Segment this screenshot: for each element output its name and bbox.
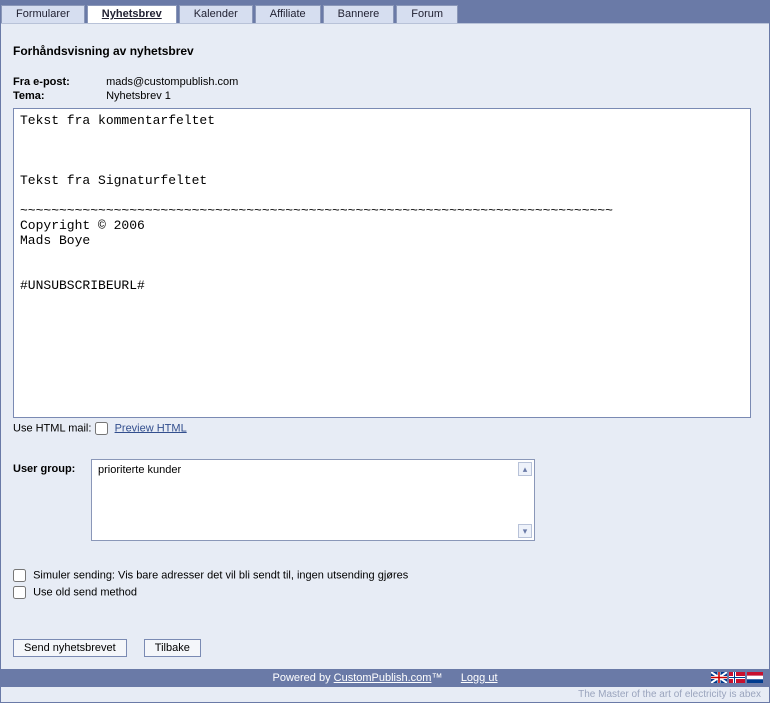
user-group-label: User group: [13, 459, 91, 475]
html-mail-row: Use HTML mail: Preview HTML [13, 422, 757, 435]
tab-nyhetsbrev[interactable]: Nyhetsbrev [87, 5, 177, 24]
oldmethod-label: Use old send method [33, 586, 137, 598]
flag-nl-icon[interactable] [747, 672, 763, 683]
page-title: Forhåndsvisning av nyhetsbrev [13, 44, 757, 58]
back-button[interactable]: Tilbake [144, 639, 201, 657]
simulate-checkbox[interactable] [13, 569, 26, 582]
send-options: Simuler sending: Vis bare adresser det v… [13, 569, 757, 599]
tab-bannere[interactable]: Bannere [323, 5, 395, 23]
subject-label: Tema: [13, 90, 103, 102]
tab-bar: Formularer Nyhetsbrev Kalender Affiliate… [1, 1, 769, 23]
from-value: mads@custompublish.com [106, 76, 238, 88]
footer-bar: Powered by CustomPublish.com™ Logg ut [1, 669, 769, 687]
oldmethod-row: Use old send method [13, 586, 757, 599]
powered-prefix: Powered by [272, 672, 333, 684]
powered-link[interactable]: CustomPublish.com [334, 672, 432, 684]
tab-affiliate[interactable]: Affiliate [255, 5, 321, 23]
preview-html-link[interactable]: Preview HTML [115, 422, 187, 434]
flag-no-icon[interactable] [729, 672, 745, 683]
subject-value: Nyhetsbrev 1 [106, 90, 171, 102]
tab-formularer[interactable]: Formularer [1, 5, 85, 23]
user-group-row: User group: prioriterte kunder ▴ ▾ [13, 459, 757, 541]
simulate-label: Simuler sending: Vis bare adresser det v… [33, 569, 408, 581]
button-row: Send nyhetsbrevet Tilbake [13, 639, 757, 657]
oldmethod-checkbox[interactable] [13, 586, 26, 599]
content-area: Forhåndsvisning av nyhetsbrev Fra e-post… [1, 23, 769, 669]
footer-tagline: The Master of the art of electricity is … [1, 687, 769, 702]
from-row: Fra e-post: mads@custompublish.com [13, 76, 757, 88]
tab-forum[interactable]: Forum [396, 5, 458, 23]
from-label: Fra e-post: [13, 76, 103, 88]
scroll-up-icon[interactable]: ▴ [518, 462, 532, 476]
send-button[interactable]: Send nyhetsbrevet [13, 639, 127, 657]
newsletter-body: Tekst fra kommentarfeltet Tekst fra Sign… [13, 108, 751, 418]
flag-uk-icon[interactable] [711, 672, 727, 683]
powered-suffix: ™ [431, 672, 442, 684]
html-mail-checkbox[interactable] [95, 422, 108, 435]
logout-link[interactable]: Logg ut [461, 672, 498, 684]
scroll-down-icon[interactable]: ▾ [518, 524, 532, 538]
user-group-value: prioriterte kunder [98, 464, 181, 476]
subject-row: Tema: Nyhetsbrev 1 [13, 90, 757, 102]
simulate-row: Simuler sending: Vis bare adresser det v… [13, 569, 757, 582]
language-flags [711, 672, 763, 683]
user-group-select[interactable]: prioriterte kunder ▴ ▾ [91, 459, 535, 541]
app-window: Formularer Nyhetsbrev Kalender Affiliate… [0, 0, 770, 703]
tab-kalender[interactable]: Kalender [179, 5, 253, 23]
html-mail-label: Use HTML mail: [13, 422, 91, 434]
